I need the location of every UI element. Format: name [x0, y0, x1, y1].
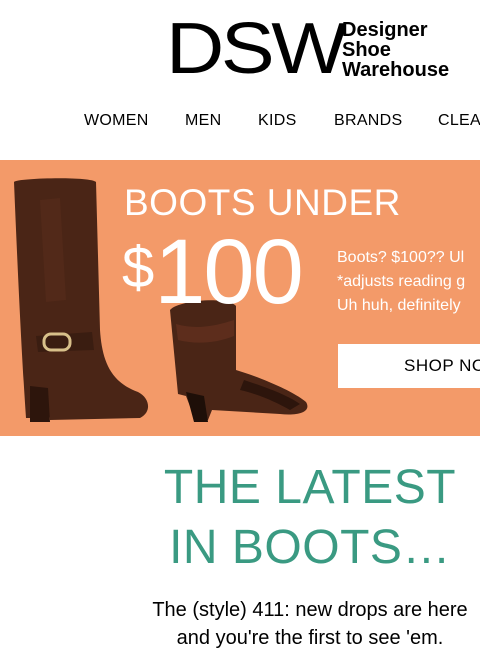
nav-item-men[interactable]: MEN: [185, 112, 221, 130]
logo-wordmark: Designer Shoe Warehouse: [342, 20, 449, 80]
logo-mark: DSW: [166, 18, 345, 80]
body-line: and you're the first to see 'em.: [176, 627, 444, 649]
main-nav: WOMEN MEN KIDS BRANDS CLEA: [0, 112, 480, 134]
banner-price: $100: [122, 221, 304, 323]
banner-headline: BOOTS UNDER: [124, 182, 401, 223]
section-headline: THE LATEST IN BOOTS…: [0, 458, 480, 578]
banner-copy-line: *adjusts reading g: [337, 273, 466, 290]
body-line: The (style) 411: new drops are here: [152, 599, 468, 621]
dsw-logo[interactable]: DSW Designer Shoe Warehouse: [166, 18, 449, 80]
banner-copy-line: Uh huh, definitely: [337, 297, 461, 314]
headline-line: IN BOOTS…: [169, 521, 451, 574]
logo-word-shoe: Shoe: [342, 39, 391, 61]
nav-item-women[interactable]: WOMEN: [84, 112, 149, 130]
logo-word-warehouse: Warehouse: [342, 59, 450, 81]
headline-line: THE LATEST: [163, 461, 457, 514]
price-symbol: $: [122, 235, 155, 300]
price-value: 100: [154, 221, 303, 323]
section-body: The (style) 411: new drops are here and …: [0, 596, 480, 652]
logo-word-designer: Designer: [342, 19, 428, 41]
banner-copy-line: Boots? $100?? Ul: [337, 249, 465, 266]
nav-item-kids[interactable]: KIDS: [258, 112, 297, 130]
nav-item-clearance[interactable]: CLEA: [438, 112, 480, 130]
shop-now-button[interactable]: SHOP NO: [338, 344, 480, 388]
nav-item-brands[interactable]: BRANDS: [334, 112, 402, 130]
boots-banner[interactable]: BOOTS UNDER $100 Boots? $100?? Ul *adjus…: [0, 160, 480, 436]
banner-copy: Boots? $100?? Ul *adjusts reading g Uh h…: [337, 246, 465, 318]
